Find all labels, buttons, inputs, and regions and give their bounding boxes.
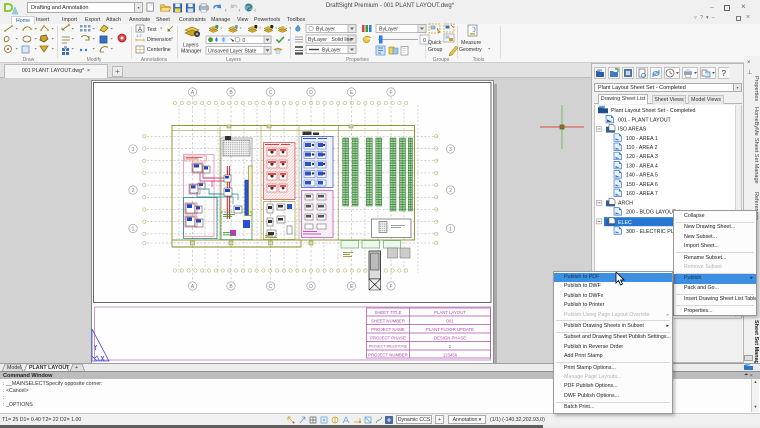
svg-text:130 - AREA 4: 130 - AREA 4 — [626, 163, 658, 169]
svg-text:3: 3 — [449, 147, 452, 153]
svg-text:?: ? — [722, 69, 727, 78]
svg-text:D: D — [309, 284, 313, 290]
svg-text:PROJECT PHASE: PROJECT PHASE — [370, 336, 406, 341]
svg-text:ByLayer Solid line: ByLayer Solid line — [308, 37, 353, 43]
svg-text:1: 1 — [449, 226, 452, 232]
svg-text:PLANT LAYOUT: PLANT LAYOUT — [434, 310, 466, 315]
svg-text:PROJECT NAME: PROJECT NAME — [371, 327, 405, 332]
svg-text:Unsaved Layer State: Unsaved Layer State — [208, 49, 257, 55]
svg-text:F: F — [389, 284, 392, 290]
svg-text:2: 2 — [449, 344, 452, 349]
svg-text:ByLayer: ByLayer — [322, 48, 341, 54]
svg-text:110 - AREA 2: 110 - AREA 2 — [626, 145, 657, 151]
svg-text:Dimension: Dimension — [147, 37, 172, 43]
svg-text:A: A — [191, 284, 195, 290]
svg-text:Geometry: Geometry — [459, 47, 482, 53]
svg-text:ELEC: ELEC — [618, 220, 632, 226]
svg-text:ARCH: ARCH — [618, 200, 633, 206]
svg-text:2: 2 — [449, 188, 452, 194]
svg-text:A: A — [191, 90, 195, 96]
svg-text:B: B — [229, 90, 233, 96]
svg-text:DESIGN PHASE: DESIGN PHASE — [434, 336, 466, 341]
svg-text:Text: Text — [147, 27, 157, 33]
svg-text:0: 0 — [243, 38, 246, 44]
svg-text:PLANT FLOOR UPDATE: PLANT FLOOR UPDATE — [426, 327, 474, 332]
svg-text:160 - AREA 7: 160 - AREA 7 — [626, 191, 658, 197]
svg-text:E: E — [350, 90, 354, 96]
svg-text:001 - PLANT LAYOUT: 001 - PLANT LAYOUT — [618, 117, 672, 123]
svg-text:F: F — [389, 90, 392, 96]
svg-text:C: C — [269, 90, 273, 96]
svg-text:SHEET NUMBER: SHEET NUMBER — [371, 319, 405, 324]
svg-text:SHEET TITLE: SHEET TITLE — [374, 310, 401, 315]
svg-text:ISO AREAS: ISO AREAS — [618, 127, 647, 133]
svg-text:3: 3 — [132, 147, 135, 153]
svg-text:B: B — [229, 284, 233, 290]
svg-text:001: 001 — [446, 319, 454, 324]
svg-text:Manager: Manager — [181, 49, 202, 55]
svg-text:Group: Group — [428, 47, 443, 53]
svg-text:Measure: Measure — [461, 40, 481, 46]
svg-text:C: C — [269, 284, 273, 290]
svg-text:2: 2 — [132, 188, 135, 194]
svg-text:Quick: Quick — [428, 40, 442, 46]
svg-text:100 - AREA 1: 100 - AREA 1 — [626, 136, 658, 142]
svg-text:ByLayer: ByLayer — [379, 27, 398, 33]
svg-text:PROJECT MILESTONE: PROJECT MILESTONE — [369, 344, 408, 348]
svg-text:120 - AREA 3: 120 - AREA 3 — [626, 154, 658, 160]
svg-text:123456: 123456 — [443, 353, 458, 358]
svg-text:PROJECT NUMBER: PROJECT NUMBER — [368, 353, 408, 358]
svg-text:1.2: 1.2 — [136, 33, 142, 38]
svg-text:150 - AREA 6: 150 - AREA 6 — [626, 182, 658, 188]
svg-text:0: 0 — [423, 38, 426, 44]
svg-text:Centerline: Centerline — [147, 47, 171, 53]
svg-text:E: E — [350, 284, 354, 290]
svg-text:140 - AREA 5: 140 - AREA 5 — [626, 173, 658, 179]
svg-text:Plant Layout Sheet Set - Compl: Plant Layout Sheet Set - Completed — [611, 108, 696, 114]
svg-text:D: D — [309, 90, 313, 96]
svg-text:ByLayer: ByLayer — [316, 27, 335, 33]
svg-text:1: 1 — [132, 226, 135, 232]
